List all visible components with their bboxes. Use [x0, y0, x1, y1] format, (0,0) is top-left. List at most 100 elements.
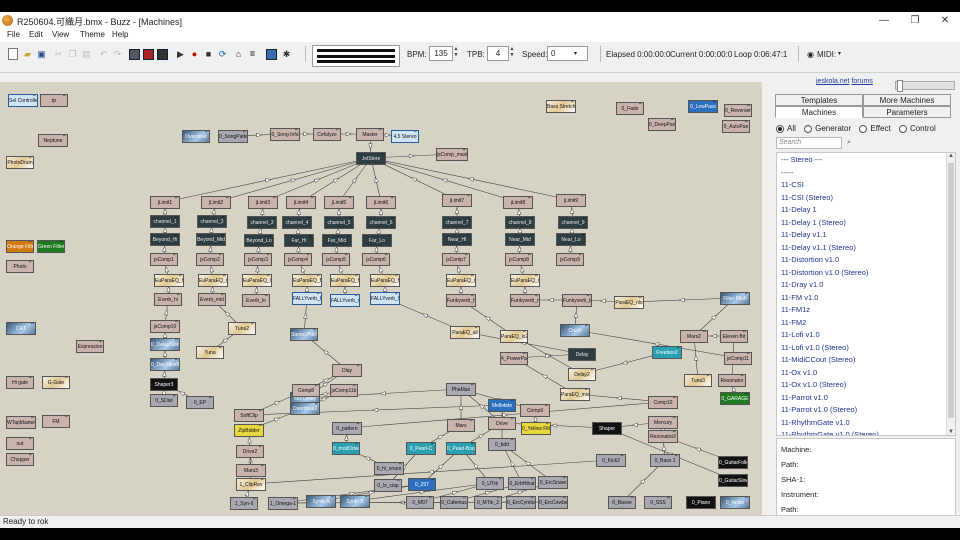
wire-arrow-icon[interactable] [244, 489, 249, 497]
machine-node[interactable]: jsComp2 [196, 253, 224, 266]
machine-node[interactable]: Far_Mid [322, 234, 352, 247]
machine-node[interactable]: Mars2 [680, 330, 708, 343]
machine-node[interactable]: Beyond_Hi [150, 233, 180, 246]
machine-node[interactable]: channel_9 [558, 216, 588, 229]
wire-arrow-icon[interactable] [678, 297, 685, 303]
wire-arrow-icon[interactable] [178, 391, 186, 397]
paste-icon[interactable]: ▤ [81, 49, 92, 60]
menu-edit[interactable]: Edit [29, 30, 43, 39]
machine-node[interactable]: 0_Reverser [724, 104, 752, 117]
machine-node[interactable]: 0_ErbHihat [508, 477, 536, 490]
wire-arrow-icon[interactable] [522, 286, 528, 293]
wire-arrow-icon[interactable] [166, 285, 171, 293]
machine-node[interactable]: 0_lo_clap [374, 479, 402, 492]
machine-node[interactable]: EuParaEQ_nm [510, 274, 540, 287]
machine-node[interactable]: 0_GuitarSlow [718, 474, 748, 487]
machine-view[interactable]: Sel Controllertp Neptune PhotoDrum Orange F… [0, 82, 762, 515]
machine-node[interactable]: 0_pattern [332, 422, 362, 435]
machine-node[interactable]: Stereo Pitch [290, 328, 318, 341]
machine-node[interactable]: Master [356, 128, 384, 141]
wire-arrow-icon[interactable] [313, 178, 321, 183]
wire-arrow-icon[interactable] [301, 266, 306, 273]
machine-node[interactable]: jLimit5 [324, 196, 354, 209]
filter-generator[interactable]: Generator [804, 124, 851, 133]
wire-arrow-icon[interactable] [274, 400, 281, 406]
scroll-down-icon[interactable]: ▼ [947, 429, 955, 435]
forums-link[interactable]: forums [851, 78, 872, 85]
machine-node[interactable]: CRT [6, 322, 36, 335]
wire-arrow-icon[interactable] [351, 176, 358, 184]
machine-node[interactable]: FM [42, 415, 70, 428]
wire-arrow-icon[interactable] [454, 245, 459, 252]
machine-node[interactable]: 1_Syn-II [230, 497, 258, 510]
machine-node[interactable]: JetStere [356, 152, 386, 165]
wire-arrow-icon[interactable] [541, 374, 548, 380]
wire-arrow-icon[interactable] [162, 245, 167, 252]
machine-node[interactable]: Beyond_Mid [196, 233, 226, 246]
wire-arrow-icon[interactable] [570, 207, 575, 214]
wire-arrow-icon[interactable] [478, 433, 485, 439]
wire-arrow-icon[interactable] [255, 265, 260, 273]
machine-node[interactable]: ParaEQ_all [450, 326, 480, 339]
machine-node[interactable]: 0_Basse [608, 496, 636, 509]
wire-arrow-icon[interactable] [273, 417, 281, 422]
machine-node[interactable]: jsComp11b [330, 384, 358, 397]
wire-arrow-icon[interactable] [599, 298, 606, 304]
machine-node[interactable]: Tuna [196, 346, 224, 359]
machine-node[interactable]: Everb_mid [198, 293, 226, 306]
machine-node[interactable]: Bass Stretch [546, 100, 576, 113]
menu-theme[interactable]: Theme [80, 30, 105, 39]
machine-node[interactable]: jsComp1 [150, 253, 178, 266]
machine-node[interactable]: 0_UTrb [476, 477, 504, 490]
machine-node[interactable]: 0_LowPass [688, 100, 718, 113]
machine-node[interactable]: jsComp6 [362, 253, 390, 266]
chevron-down-icon[interactable]: ▾ [574, 50, 577, 57]
wire-arrow-icon[interactable] [164, 308, 169, 316]
wire-arrow-icon[interactable] [323, 378, 330, 384]
machine-node[interactable]: 0_DaySliceB [150, 358, 180, 371]
tab-templates[interactable]: Templates [775, 94, 863, 106]
machine-node[interactable]: 0_Pearl-C [406, 442, 436, 455]
close-button[interactable]: ✕ [936, 14, 954, 28]
stop-icon[interactable]: ■ [203, 49, 214, 60]
wire-arrow-icon[interactable] [342, 286, 348, 293]
minimize-button[interactable]: — [875, 14, 893, 28]
wire-arrow-icon[interactable] [615, 396, 622, 401]
machine-node[interactable]: jLimit6 [366, 196, 396, 209]
slider-handle[interactable] [897, 80, 903, 92]
open-icon[interactable]: ▰ [22, 49, 33, 60]
wire-arrow-icon[interactable] [379, 266, 384, 273]
wire-arrow-icon[interactable] [339, 266, 344, 273]
wire-arrow-icon[interactable] [165, 265, 170, 273]
cut-icon[interactable]: ✂ [53, 49, 64, 60]
machine-node[interactable]: jsComp11 [724, 352, 752, 365]
machine-node[interactable]: jLimit3 [248, 196, 278, 209]
wire-arrow-icon[interactable] [368, 143, 373, 150]
machine-node[interactable]: Comp9 [520, 404, 550, 417]
info-icon[interactable] [266, 49, 277, 60]
wire-arrow-icon[interactable] [332, 177, 340, 184]
wire-arrow-icon[interactable] [484, 491, 492, 496]
wire-arrow-icon[interactable] [437, 434, 445, 440]
wire-arrow-icon[interactable] [208, 245, 213, 252]
wire-arrow-icon[interactable] [256, 132, 263, 138]
machine-node[interactable]: Dlay [332, 364, 362, 377]
machine-node[interactable]: jsComp9 [556, 253, 584, 266]
wire-arrow-icon[interactable] [303, 312, 308, 319]
machine-node[interactable]: Mercury [648, 416, 678, 429]
machine-node[interactable]: Comp10 [648, 396, 678, 409]
machine-node[interactable]: 4_PowerPan [500, 352, 528, 365]
machine-node[interactable]: tp [40, 94, 68, 107]
wire-arrow-icon[interactable] [573, 311, 578, 318]
machine-node[interactable]: Funkyverb_mid [510, 294, 540, 307]
machine-node[interactable]: G-Gate [42, 376, 70, 389]
wire-arrow-icon[interactable] [520, 265, 525, 273]
machine-node[interactable]: Photo [6, 260, 34, 273]
machine-node[interactable]: Near_Mid [505, 233, 535, 246]
machine-list-item[interactable]: 11-Distortion v1.0 [781, 255, 839, 264]
bpm-input[interactable]: 135 [429, 46, 453, 61]
machine-node[interactable]: 1_Omega-1 [268, 497, 298, 510]
machine-node[interactable]: Hi gate [6, 376, 34, 389]
machine-list-item[interactable]: 11-CSI [781, 180, 804, 189]
wire-arrow-icon[interactable] [547, 297, 554, 303]
